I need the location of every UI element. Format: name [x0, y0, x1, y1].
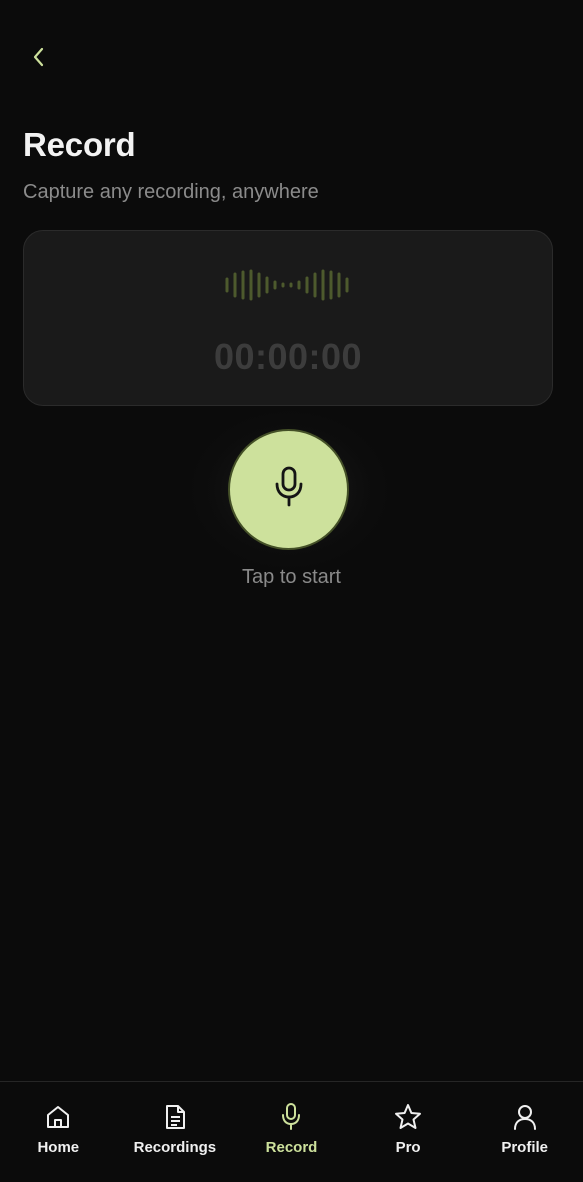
- waveform-visualizer: [24, 269, 552, 301]
- home-icon: [44, 1103, 72, 1131]
- recording-timer: 00:00:00: [213, 336, 363, 377]
- user-icon: [511, 1103, 539, 1131]
- back-button[interactable]: [24, 44, 54, 74]
- nav-label-pro: Pro: [395, 1139, 421, 1156]
- star-icon: [394, 1103, 422, 1131]
- nav-item-pro[interactable]: Pro: [350, 1082, 467, 1177]
- nav-label-profile: Profile: [501, 1139, 549, 1156]
- nav-label-recordings: Recordings: [133, 1139, 217, 1156]
- nav-item-recordings[interactable]: Recordings: [117, 1082, 234, 1177]
- nav-item-profile[interactable]: Profile: [466, 1082, 583, 1177]
- nav-label-home: Home: [37, 1139, 80, 1156]
- nav-item-record[interactable]: Record: [233, 1082, 350, 1177]
- microphone-icon: [273, 466, 305, 513]
- nav-item-home[interactable]: Home: [0, 1082, 117, 1177]
- bottom-nav: Home Recordings Record Pro Profile: [0, 1081, 583, 1177]
- recorder-card: 00:00:00: [23, 230, 553, 406]
- nav-label-record: Record: [265, 1139, 318, 1156]
- page-subtitle: Capture any recording, anywhere: [23, 181, 319, 203]
- record-button[interactable]: [228, 429, 349, 550]
- microphone-icon: [277, 1103, 305, 1131]
- page-title: Record: [23, 126, 136, 163]
- record-hint: Tap to start: [242, 566, 341, 588]
- chevron-left-icon: [32, 46, 46, 73]
- document-icon: [161, 1103, 189, 1131]
